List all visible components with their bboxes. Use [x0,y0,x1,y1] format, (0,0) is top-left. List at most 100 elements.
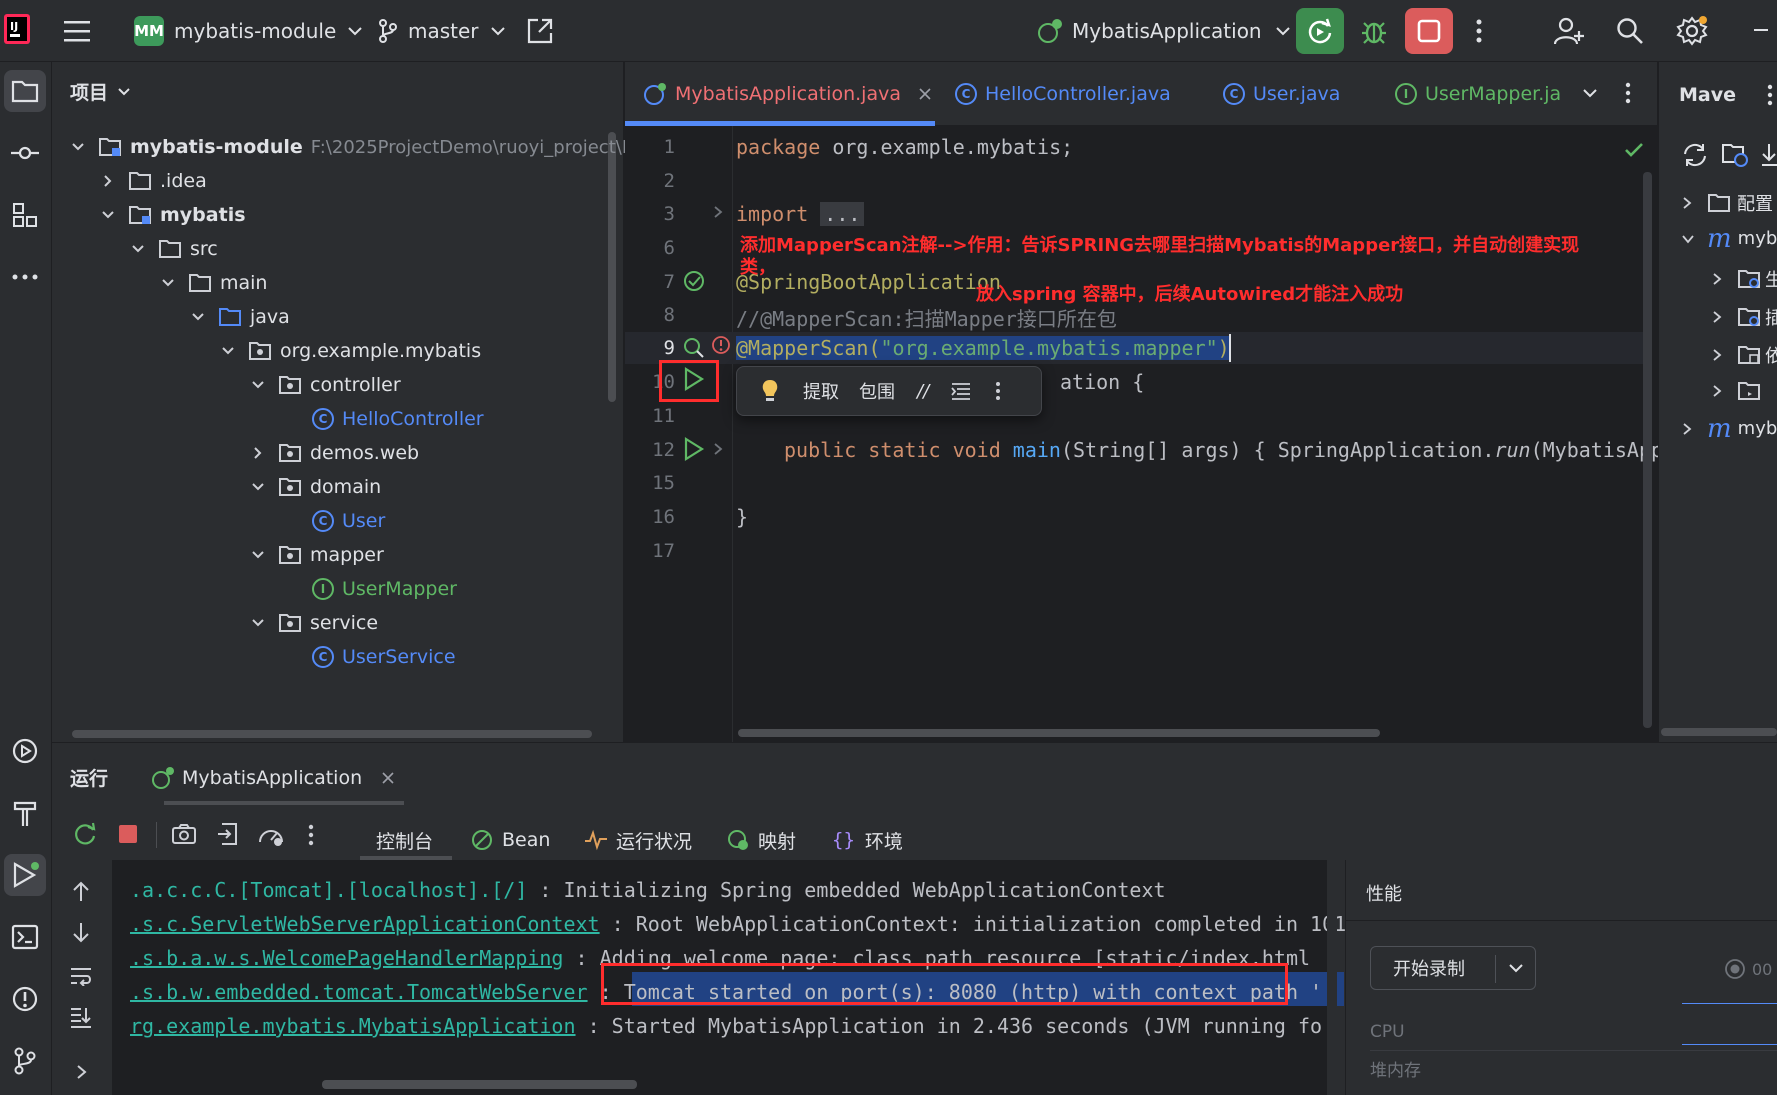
tree-row-hellocontroller[interactable]: C HelloController [312,401,484,437]
tab-environment[interactable]: {} 环境 [832,820,903,860]
services-icon[interactable] [4,730,46,772]
run-more-icon[interactable] [308,824,314,846]
code-line-3[interactable]: import ... [736,202,865,226]
editor-scrollbar-horizontal[interactable] [738,729,1380,737]
maven-generate-icon[interactable] [1721,142,1749,168]
tree-row-userservice[interactable]: C UserService [312,639,456,675]
tab-health[interactable]: 运行状况 [584,820,692,860]
log-logger[interactable]: .a.c.c.C.[Tomcat].[localhost].[/] [130,878,527,902]
log-logger[interactable]: rg.example.mybatis.MybatisApplication [130,1014,576,1038]
tree-row-demos-web[interactable]: demos.web [250,435,419,471]
code-line-9[interactable]: @MapperScan("org.example.mybatis.mapper"… [736,336,1230,360]
camera-icon[interactable] [172,824,196,844]
tree-row-src[interactable]: src [130,231,218,267]
search-icon[interactable] [1616,9,1644,53]
scroll-to-end-icon[interactable] [70,1006,92,1028]
lightbulb-icon[interactable] [759,378,781,404]
project-tool-icon[interactable] [4,70,46,112]
tree-row-controller[interactable]: controller [250,367,401,403]
soft-wrap-icon[interactable] [70,966,92,986]
log-logger[interactable]: .s.b.a.w.s.WelcomePageHandlerMapping [130,946,563,970]
start-recording-button[interactable]: 开始录制 [1370,946,1536,990]
tab-console[interactable]: 控制台 [376,820,433,860]
tab-user[interactable]: C User.java [1223,62,1340,126]
project-panel-header[interactable]: 项目 [70,78,130,105]
code-line-16[interactable]: } [736,505,748,529]
maven-download-icon[interactable] [1761,142,1777,168]
tree-row-package-root[interactable]: org.example.mybatis [220,333,481,369]
tree-row-idea[interactable]: .idea [100,163,207,199]
maven-more-icon[interactable] [1767,84,1773,106]
problems-icon[interactable] [4,978,46,1020]
inspection-ok-icon[interactable] [1624,142,1644,158]
more-tools-icon[interactable] [4,256,46,298]
folded-imports[interactable]: ... [820,202,865,226]
scroll-down-icon[interactable] [72,922,90,944]
settings-gear-icon[interactable] [1676,9,1708,53]
console-scrollbar-vertical[interactable] [1327,860,1337,1095]
tree-row-main[interactable]: main [160,265,267,301]
maven-scrollbar[interactable] [1661,728,1777,736]
tree-row-usermapper[interactable]: I UserMapper [312,571,457,607]
stop-button[interactable] [1405,8,1453,54]
log-logger[interactable]: .s.b.w.embedded.tomcat.TomcatWebServer [130,980,588,1004]
stop-icon[interactable] [118,824,138,844]
error-marker-icon[interactable] [711,335,731,355]
scroll-up-icon[interactable] [72,880,90,902]
git-icon[interactable] [4,1040,46,1082]
log-logger[interactable]: .s.c.ServletWebServerApplicationContext [130,912,600,936]
tab-mybatisapplication[interactable]: MybatisApplication.java [643,62,931,126]
code-line-1[interactable]: package org.example.mybatis; [736,135,1073,159]
tree-row-user[interactable]: C User [312,503,385,539]
exit-icon[interactable] [216,822,238,846]
tree-row-service[interactable]: service [250,605,378,641]
debug-button[interactable] [1350,8,1398,54]
code-line-10[interactable]: ation { [1060,370,1144,394]
fold-chevron-icon[interactable] [712,205,724,219]
open-in-window-icon[interactable] [526,9,554,53]
code-line-12[interactable]: public static void main(String[] args) {… [784,438,1663,462]
comment-action[interactable]: // [917,381,929,402]
close-icon[interactable] [919,88,931,100]
rerun-icon[interactable] [74,822,98,846]
tree-row-root[interactable]: mybatis-module F:\2025ProjectDemo\ruoyi_… [70,129,655,165]
branch-switcher[interactable]: master [378,9,505,53]
maven-tree-row[interactable]: 依 [1711,342,1777,368]
run-gutter-icon[interactable] [682,436,706,462]
project-switcher[interactable]: MM mybatis-module [134,9,362,53]
console-scrollbar-horizontal[interactable] [322,1080,637,1089]
tab-hellocontroller[interactable]: C HelloController.java [955,62,1171,126]
maven-tree-row[interactable]: m myb [1681,416,1777,442]
tab-mappings[interactable]: 映射 [726,820,796,860]
add-user-icon[interactable] [1554,9,1584,53]
expand-chevron-icon[interactable] [76,1064,88,1080]
run-config-tab[interactable]: MybatisApplication [150,758,394,798]
close-icon[interactable] [382,772,394,784]
maven-tree-row[interactable]: 配置 [1681,190,1773,216]
spring-bean-gutter-icon[interactable] [682,269,706,293]
maven-tree-row[interactable] [1711,380,1765,402]
profiler-icon[interactable] [258,824,284,846]
tree-row-mybatis[interactable]: mybatis [100,197,246,233]
reformat-icon[interactable] [951,382,971,400]
rerun-button[interactable] [1296,8,1344,54]
editor-scrollbar-vertical[interactable] [1643,172,1652,728]
build-hammer-icon[interactable] [4,792,46,834]
tab-bean[interactable]: Bean [470,820,550,860]
tree-row-java[interactable]: java [190,299,290,335]
more-actions-icon[interactable] [1476,9,1482,53]
tab-usermapper[interactable]: I UserMapper.ja [1395,62,1561,126]
tab-list-chevron-icon[interactable] [1583,88,1597,98]
structure-icon[interactable] [4,194,46,236]
minimize-icon[interactable] [1754,9,1768,53]
maven-tree-row[interactable]: 插 [1711,304,1777,330]
chevron-down-icon[interactable] [1509,963,1523,973]
run-config-selector[interactable]: MybatisApplication [1036,9,1290,53]
spring-scan-gutter-icon[interactable] [682,336,706,360]
maven-tree-row[interactable]: 生 [1711,266,1777,292]
extract-action[interactable]: 提取 [803,378,839,404]
tab-more-icon[interactable] [1625,82,1631,104]
code-line-8[interactable]: //@MapperScan:扫描Mapper接口所在包 [736,303,1117,332]
scrollbar-horizontal[interactable] [72,730,592,738]
terminal-icon[interactable] [4,916,46,958]
